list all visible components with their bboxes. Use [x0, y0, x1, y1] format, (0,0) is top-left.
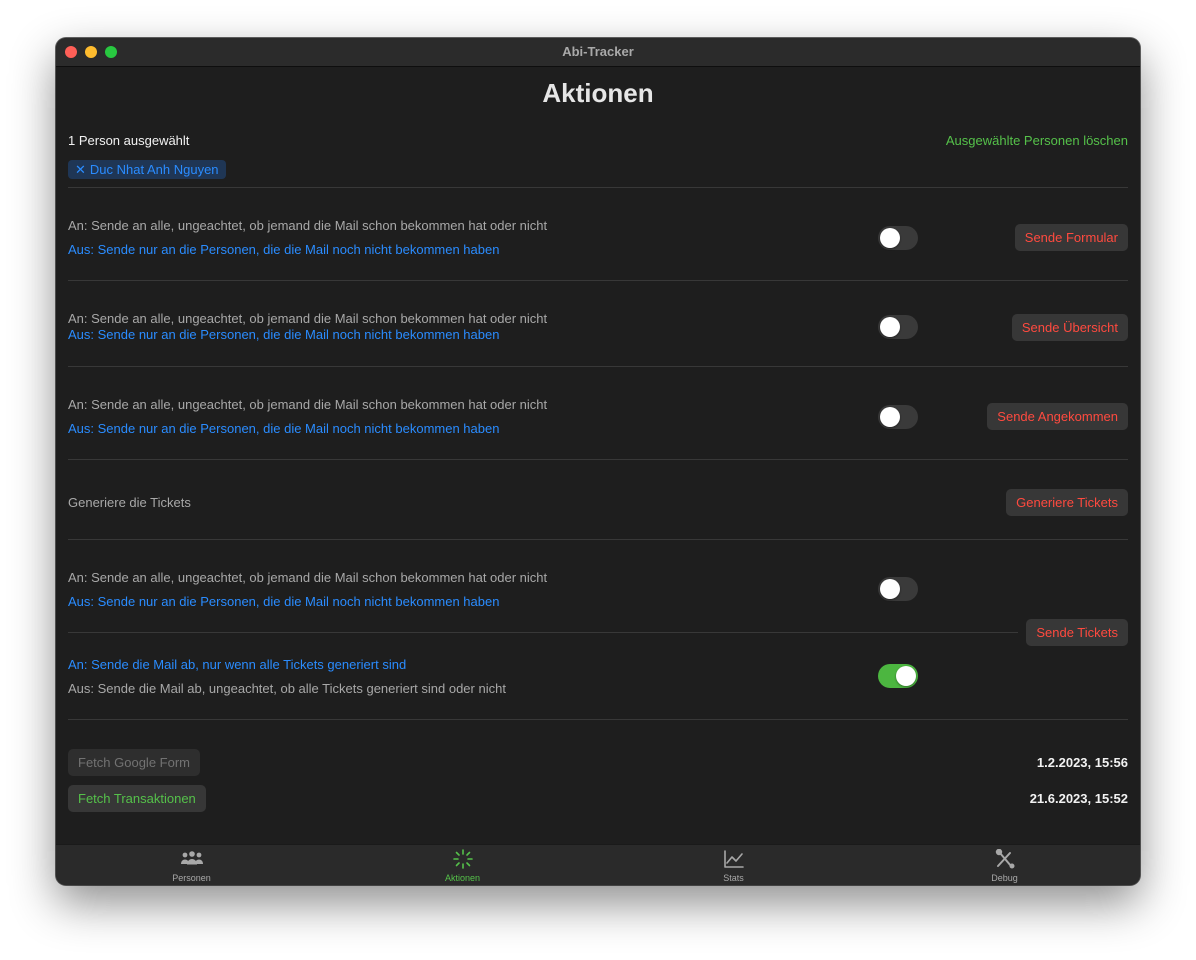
generate-tickets-description: Generiere die Tickets — [68, 495, 191, 510]
transaktionen-last-fetch-date: 21.6.2023, 15:52 — [1029, 791, 1128, 806]
angekommen-off-description: Aus: Sende nur an die Personen, die die … — [68, 421, 500, 436]
tickets-only-generated-off-description: Aus: Sende die Mail ab, ungeachtet, ob a… — [68, 681, 506, 696]
fetch-transaktionen-button[interactable]: Fetch Transaktionen — [68, 785, 206, 812]
people-icon — [180, 851, 203, 865]
page-title: Aktionen — [542, 78, 654, 108]
divider — [68, 187, 1128, 188]
formular-on-description: An: Sende an alle, ungeachtet, ob jemand… — [68, 218, 548, 233]
divider — [68, 366, 1128, 367]
tab-debug[interactable]: Debug — [869, 845, 1140, 885]
clear-selection-button[interactable]: Ausgewählte Personen löschen — [946, 133, 1128, 148]
selected-person-name: Duc Nhat Anh Nguyen — [89, 162, 219, 177]
toggle-knob — [896, 666, 916, 686]
toggle-knob — [880, 407, 900, 427]
angekommen-send-all-toggle[interactable] — [878, 405, 918, 429]
uebersicht-off-description: Aus: Sende nur an die Personen, die die … — [68, 327, 500, 342]
tools-icon — [995, 849, 1014, 869]
divider — [68, 719, 1128, 720]
send-tickets-button[interactable]: Sende Tickets — [1026, 619, 1128, 646]
tickets-send-all-toggle[interactable] — [878, 577, 918, 601]
selection-count: 1 Person ausgewählt — [68, 133, 190, 148]
sparkle-icon — [452, 849, 473, 869]
close-icon[interactable]: ✕ — [75, 162, 86, 178]
selected-person-chip[interactable]: ✕ Duc Nhat Anh Nguyen — [68, 160, 226, 179]
fetch-google-form-button[interactable]: Fetch Google Form — [68, 749, 200, 776]
tab-bar: Personen Aktionen Stats Debug — [56, 844, 1140, 885]
tickets-only-generated-on-description: An: Sende die Mail ab, nur wenn alle Tic… — [68, 657, 407, 672]
tab-personen[interactable]: Personen — [56, 845, 327, 885]
tab-label: Debug — [991, 873, 1018, 883]
tab-label: Aktionen — [444, 873, 481, 883]
divider — [68, 280, 1128, 281]
tickets-only-generated-toggle[interactable] — [878, 664, 918, 688]
toggle-knob — [880, 317, 900, 337]
tab-aktionen[interactable]: Aktionen — [327, 845, 598, 885]
window-title: Abi-Tracker — [562, 44, 634, 59]
chart-icon — [723, 850, 744, 868]
toggle-knob — [880, 228, 900, 248]
tab-stats[interactable]: Stats — [598, 845, 869, 885]
formular-send-all-toggle[interactable] — [878, 226, 918, 250]
divider — [68, 459, 1128, 460]
tab-label: Personen — [172, 873, 211, 883]
app-window: Abi-Tracker Aktionen 1 Person ausgewählt… — [56, 38, 1140, 885]
tab-label: Stats — [723, 873, 744, 883]
toggle-knob — [880, 579, 900, 599]
send-uebersicht-button[interactable]: Sende Übersicht — [1011, 314, 1128, 341]
generate-tickets-button[interactable]: Generiere Tickets — [1006, 489, 1128, 516]
formular-off-description: Aus: Sende nur an die Personen, die die … — [68, 242, 500, 257]
uebersicht-send-all-toggle[interactable] — [878, 315, 918, 339]
tickets-on-description: An: Sende an alle, ungeachtet, ob jemand… — [68, 570, 548, 585]
title-bar: Abi-Tracker — [56, 38, 1140, 67]
divider — [68, 632, 1018, 633]
send-angekommen-button[interactable]: Sende Angekommen — [987, 403, 1128, 430]
angekommen-on-description: An: Sende an alle, ungeachtet, ob jemand… — [68, 397, 548, 412]
uebersicht-on-description: An: Sende an alle, ungeachtet, ob jemand… — [68, 311, 548, 326]
send-formular-button[interactable]: Sende Formular — [1014, 224, 1128, 251]
divider — [68, 539, 1128, 540]
tickets-off-description: Aus: Sende nur an die Personen, die die … — [68, 594, 500, 609]
google-form-last-fetch-date: 1.2.2023, 15:56 — [1036, 755, 1128, 770]
